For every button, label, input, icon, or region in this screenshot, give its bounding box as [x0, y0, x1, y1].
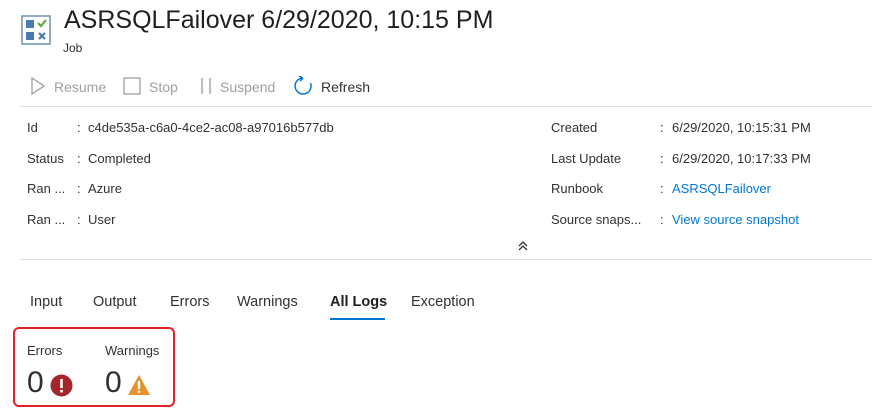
warnings-count: 0 [105, 366, 122, 399]
tab-output[interactable]: Output [93, 294, 137, 310]
detail-label-status: Status [27, 151, 64, 166]
details-divider [20, 259, 872, 260]
tab-all-logs[interactable]: All Logs [330, 294, 387, 310]
toolbar-divider [20, 106, 872, 107]
job-icon [21, 15, 51, 45]
tab-input[interactable]: Input [30, 294, 62, 310]
suspend-label: Suspend [220, 79, 276, 95]
page-title: ASRSQLFailover 6/29/2020, 10:15 PM [64, 6, 494, 34]
detail-label-last-update: Last Update [551, 151, 622, 166]
play-icon [30, 76, 46, 98]
detail-separator: : [77, 120, 81, 135]
detail-value-created: 6/29/2020, 10:15:31 PM [672, 120, 811, 135]
suspend-button[interactable]: Suspend [200, 77, 275, 97]
detail-separator: : [660, 120, 664, 135]
detail-label-runbook: Runbook [551, 181, 604, 196]
detail-label-ran-on: Ran ... [27, 181, 66, 196]
detail-separator: : [77, 212, 81, 227]
collapse-chevron-icon[interactable] [517, 239, 529, 251]
runbook-link[interactable]: ASRSQLFailover [672, 181, 771, 196]
stop-icon [123, 76, 141, 98]
detail-label-source-snapshot: Source snaps... [551, 212, 642, 227]
tab-exception[interactable]: Exception [411, 294, 475, 310]
error-icon [50, 374, 73, 397]
tab-warnings[interactable]: Warnings [237, 294, 298, 310]
refresh-icon [293, 74, 313, 99]
detail-value-last-update: 6/29/2020, 10:17:33 PM [672, 151, 811, 166]
detail-label-id: Id [27, 120, 38, 135]
active-tab-indicator [330, 318, 385, 320]
stop-button[interactable]: Stop [123, 76, 178, 98]
stop-label: Stop [149, 79, 178, 95]
detail-separator: : [77, 151, 81, 166]
refresh-button[interactable]: Refresh [293, 74, 371, 99]
detail-value-ran-on: Azure [88, 181, 122, 196]
detail-value-id: c4de535a-c6a0-4ce2-ac08-a97016b577db [88, 120, 334, 135]
pause-icon [200, 77, 212, 98]
detail-separator: : [660, 212, 664, 227]
detail-value-ran-by: User [88, 212, 116, 227]
errors-count: 0 [27, 366, 44, 399]
view-source-snapshot-link[interactable]: View source snapshot [672, 212, 799, 227]
detail-separator: : [660, 181, 664, 196]
detail-separator: : [660, 151, 664, 166]
detail-value-status: Completed [88, 151, 151, 166]
detail-separator: : [77, 181, 81, 196]
tab-errors[interactable]: Errors [170, 294, 209, 310]
refresh-label: Refresh [321, 79, 371, 95]
page-subtitle: Job [63, 41, 83, 55]
errors-count-label: Errors [27, 343, 63, 358]
warning-icon [127, 374, 151, 396]
warnings-count-label: Warnings [105, 343, 160, 358]
resume-label: Resume [54, 79, 107, 95]
resume-button[interactable]: Resume [30, 76, 107, 98]
detail-label-created: Created [551, 120, 598, 135]
detail-label-ran-by: Ran ... [27, 212, 66, 227]
